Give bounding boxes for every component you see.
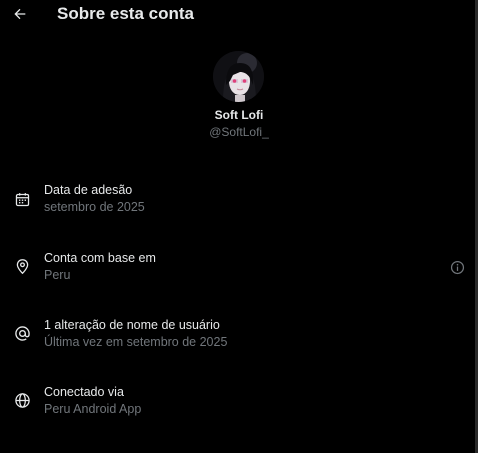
avatar[interactable] — [213, 51, 264, 102]
connected-via-row: Conectado via Peru Android App — [0, 384, 470, 424]
header: Sobre esta conta — [0, 0, 470, 28]
username-changes-value: Última vez em setembro de 2025 — [44, 335, 228, 349]
username-changes-label: 1 alteração de nome de usuário — [44, 318, 220, 332]
account-based-in-row: Conta com base em Peru — [0, 250, 470, 290]
info-icon — [450, 260, 464, 274]
back-button[interactable] — [8, 2, 32, 26]
join-date-label: Data de adesão — [44, 183, 133, 197]
join-date-value: setembro de 2025 — [44, 200, 145, 214]
globe-icon — [12, 390, 32, 410]
account-based-in-label: Conta com base em — [44, 251, 156, 265]
arrow-left-icon — [14, 8, 26, 20]
connected-via-label: Conectado via — [44, 385, 124, 399]
join-date-row: Data de adesão setembro de 2025 — [0, 182, 470, 222]
username-changes-row: 1 alteração de nome de usuário Última ve… — [0, 317, 470, 357]
connected-via-value: Peru Android App — [44, 402, 142, 416]
calendar-icon — [12, 189, 32, 209]
at-sign-icon — [12, 323, 32, 343]
page-title: Sobre esta conta — [57, 4, 194, 23]
avatar-anime-girl — [213, 51, 264, 102]
info-button[interactable] — [448, 258, 466, 276]
display-name: Soft Lofi — [214, 108, 264, 122]
location-pin-icon — [12, 256, 32, 276]
username-handle: @SoftLofi_ — [209, 125, 269, 139]
account-based-in-value: Peru — [44, 268, 71, 282]
